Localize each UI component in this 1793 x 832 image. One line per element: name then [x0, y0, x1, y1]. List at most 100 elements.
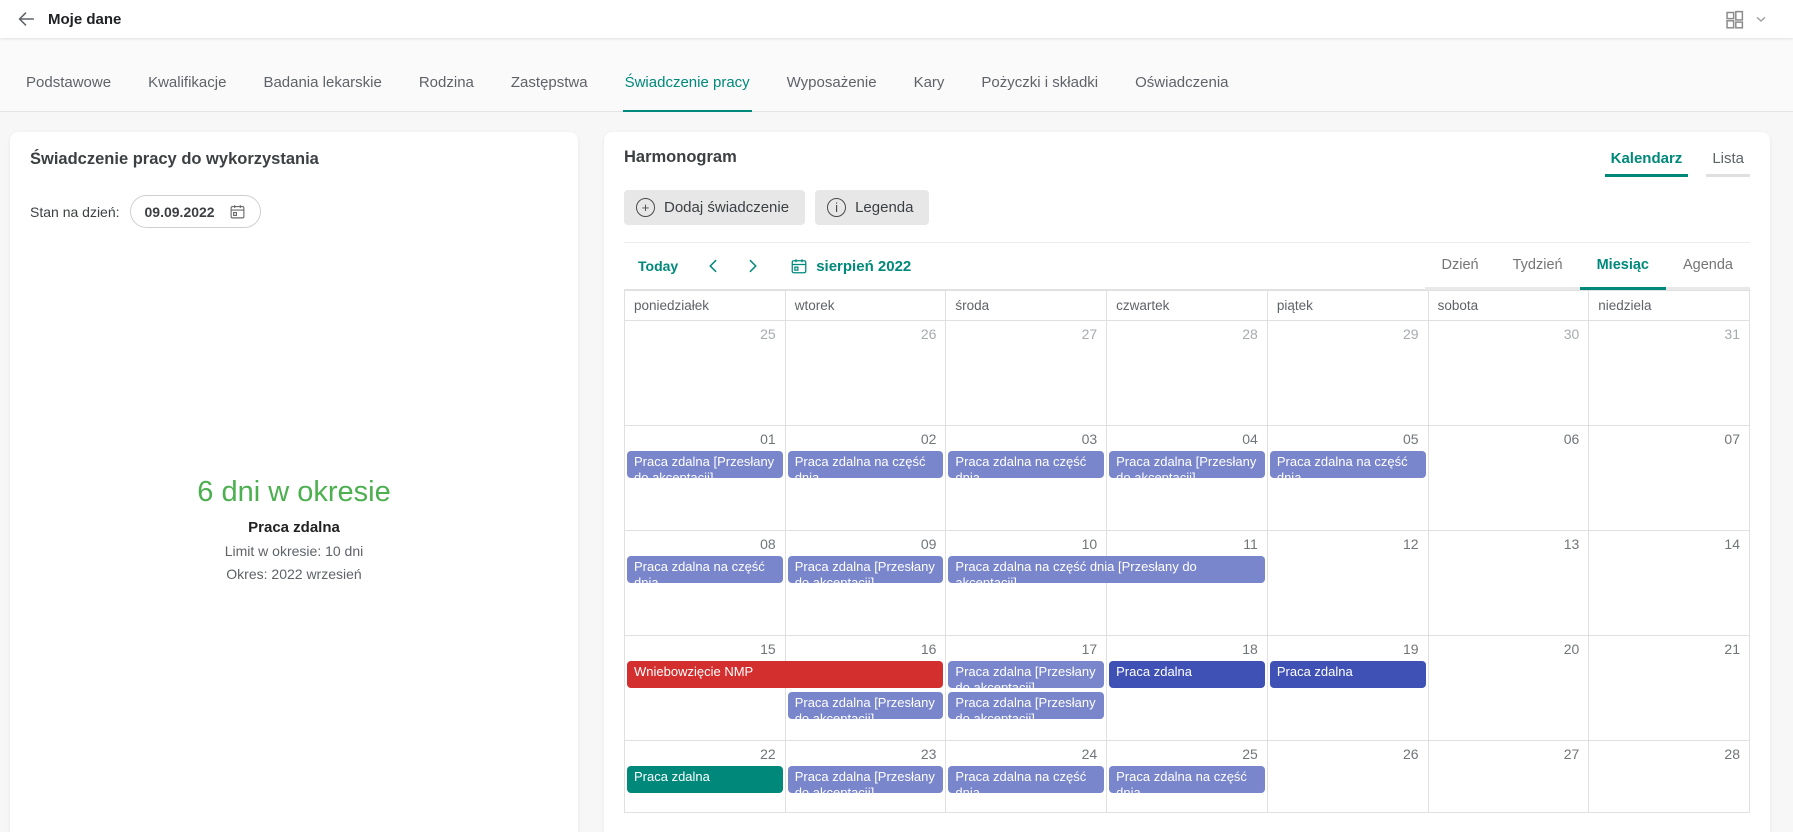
day-number: 07 — [1724, 431, 1740, 447]
day-number: 04 — [1242, 431, 1258, 447]
day-cell[interactable]: 28 — [1107, 321, 1268, 426]
view-dzien[interactable]: Dzień — [1424, 243, 1496, 290]
tab-oswiadczenia[interactable]: Oświadczenia — [1133, 74, 1230, 112]
view-tydzien[interactable]: Tydzień — [1495, 243, 1580, 290]
add-benefit-button[interactable]: + Dodaj świadczenie — [624, 190, 806, 225]
day-number: 29 — [1402, 326, 1419, 342]
tab-kary[interactable]: Kary — [912, 74, 947, 112]
day-cell[interactable]: 02 — [785, 426, 947, 531]
day-cell[interactable]: 26 — [1267, 741, 1429, 813]
day-cell[interactable]: 26 — [785, 321, 947, 426]
chevron-down-icon — [1756, 16, 1766, 22]
calendar-event[interactable]: Praca zdalna [Przesłany do akceptacji] — [787, 766, 944, 793]
tab-kwalifikacje[interactable]: Kwalifikacje — [146, 74, 228, 112]
calendar-event[interactable]: Praca zdalna [Przesłany do akceptacji] — [787, 556, 944, 583]
tab-podstawowe[interactable]: Podstawowe — [24, 74, 113, 112]
day-cell[interactable]: 01 — [625, 426, 786, 531]
day-cell[interactable]: 27 — [1428, 741, 1590, 813]
calendar-view-tabs: Dzień Tydzień Miesiąc Agenda — [1424, 243, 1750, 290]
view-miesiac[interactable]: Miesiąc — [1579, 243, 1666, 290]
calendar-event[interactable]: Praca zdalna [Przesłany do akceptacji] — [627, 451, 783, 478]
calendar-event[interactable]: Praca zdalna — [1269, 661, 1426, 688]
day-cell[interactable]: 09 — [785, 531, 947, 636]
calendar-grid: poniedziałek wtorek środa czwartek piątek sob… — [624, 290, 1750, 813]
arrow-left-icon — [18, 12, 35, 26]
calendar-event[interactable]: Praca zdalna [Przesłany do akceptacji] — [787, 692, 944, 719]
day-cell[interactable]: 04 — [1107, 426, 1268, 531]
day-cell[interactable]: 05 — [1267, 426, 1429, 531]
day-cell[interactable]: 08 — [625, 531, 786, 636]
day-number: 28 — [1242, 326, 1258, 342]
calendar-event[interactable]: Praca zdalna — [627, 766, 783, 793]
calendar-event[interactable]: Wniebowzięcie NMP — [627, 661, 944, 688]
day-cell[interactable]: 29 — [1267, 321, 1429, 426]
calendar-event[interactable]: Praca zdalna na część dnia — [787, 451, 944, 478]
day-cell[interactable]: 20 — [1428, 636, 1590, 741]
calendar-event[interactable]: Praca zdalna na część dnia [Przesłany do… — [948, 556, 1265, 583]
day-cell[interactable]: 21 — [1589, 636, 1750, 741]
action-buttons: + Dodaj świadczenie i Legenda — [624, 190, 1750, 225]
day-cell[interactable]: 19 — [1267, 636, 1429, 741]
state-date-value: 09.09.2022 — [144, 203, 215, 220]
benefit-name: Praca zdalna — [248, 519, 340, 536]
day-cell[interactable]: 11 — [1107, 531, 1268, 636]
day-number: 31 — [1724, 326, 1740, 342]
calendar-event[interactable]: Praca zdalna na część dnia — [948, 451, 1105, 478]
day-cell[interactable]: 12 — [1267, 531, 1429, 636]
day-cell[interactable]: 14 — [1589, 531, 1750, 636]
day-cell[interactable]: 17 — [946, 636, 1108, 741]
calendar-event[interactable]: Praca zdalna na część dnia — [948, 766, 1105, 793]
day-cell[interactable]: 15 — [625, 636, 786, 741]
day-cell[interactable]: 28 — [1589, 741, 1750, 813]
tab-rodzina[interactable]: Rodzina — [417, 74, 476, 112]
toggle-lista[interactable]: Lista — [1706, 148, 1750, 177]
calendar-day-headers: poniedziałek wtorek środa czwartek piątek sob… — [625, 290, 1750, 321]
day-number: 23 — [920, 746, 937, 762]
view-agenda[interactable]: Agenda — [1666, 243, 1750, 290]
chevron-left-icon — [709, 259, 717, 273]
chevron-down-button[interactable] — [1753, 11, 1769, 27]
calendar-event[interactable]: Praca zdalna — [1109, 661, 1265, 688]
day-cell[interactable]: 27 — [946, 321, 1108, 426]
day-cell[interactable]: 30 — [1428, 321, 1590, 426]
state-date-input[interactable]: 09.09.2022 — [129, 195, 261, 228]
back-button[interactable] — [12, 5, 40, 33]
calendar-weeks: 25 26 27 28 29 30 31 01 02 03 04 05 06 07 Praca zdalna… — [625, 321, 1750, 813]
day-cell[interactable]: 07 — [1589, 426, 1750, 531]
day-cell[interactable]: 31 — [1589, 321, 1750, 426]
day-cell[interactable]: 18 — [1107, 636, 1268, 741]
calendar-event[interactable]: Praca zdalna [Przesłany do akceptacji] — [948, 692, 1105, 719]
current-month-label: sierpień 2022 — [816, 257, 912, 275]
month-picker[interactable]: sierpień 2022 — [790, 257, 911, 275]
limit-in-period: Limit w okresie: 10 dni — [224, 543, 364, 559]
day-cell[interactable]: 10 — [946, 531, 1108, 636]
benefit-balance-panel: Świadczenie pracy do wykorzystania Stan … — [10, 132, 578, 832]
legend-button[interactable]: i Legenda — [815, 190, 930, 225]
today-button[interactable]: Today — [638, 258, 678, 274]
calendar-event[interactable]: Praca zdalna [Przesłany do akceptacji] — [1109, 451, 1265, 478]
prev-month-button[interactable] — [704, 256, 724, 276]
tab-zastepstwa[interactable]: Zastępstwa — [509, 74, 590, 112]
day-cell[interactable]: 13 — [1428, 531, 1590, 636]
dashboard-icon — [1726, 10, 1744, 29]
day-cell[interactable]: 03 — [946, 426, 1108, 531]
calendar-event[interactable]: Praca zdalna na część dnia — [1109, 766, 1265, 793]
day-cell[interactable]: 25 — [625, 321, 786, 426]
tab-pozyczki-i-skladki[interactable]: Pożyczki i składki — [979, 74, 1100, 112]
day-number: 18 — [1242, 641, 1258, 657]
day-header: sobota — [1428, 291, 1590, 321]
tab-swiadczenie-pracy[interactable]: Świadczenie pracy — [622, 74, 752, 112]
tab-wyposazenie[interactable]: Wyposażenie — [785, 74, 879, 112]
day-number: 25 — [760, 326, 776, 342]
calendar-week: 22 23 24 25 26 27 28 Praca zdalna Praca zdalna [… — [625, 741, 1750, 813]
calendar-event[interactable]: Praca zdalna [Przesłany do akceptacji] — [948, 661, 1105, 688]
calendar-event[interactable]: Praca zdalna na część dnia — [627, 556, 783, 583]
next-month-button[interactable] — [742, 256, 762, 276]
layout-grid-button[interactable] — [1724, 9, 1745, 30]
tab-badania-lekarskie[interactable]: Badania lekarskie — [261, 74, 383, 112]
day-number: 06 — [1563, 431, 1580, 447]
toggle-kalendarz[interactable]: Kalendarz — [1604, 148, 1689, 177]
day-cell[interactable]: 16 — [785, 636, 947, 741]
day-cell[interactable]: 06 — [1428, 426, 1590, 531]
calendar-event[interactable]: Praca zdalna na część dnia — [1269, 451, 1426, 478]
